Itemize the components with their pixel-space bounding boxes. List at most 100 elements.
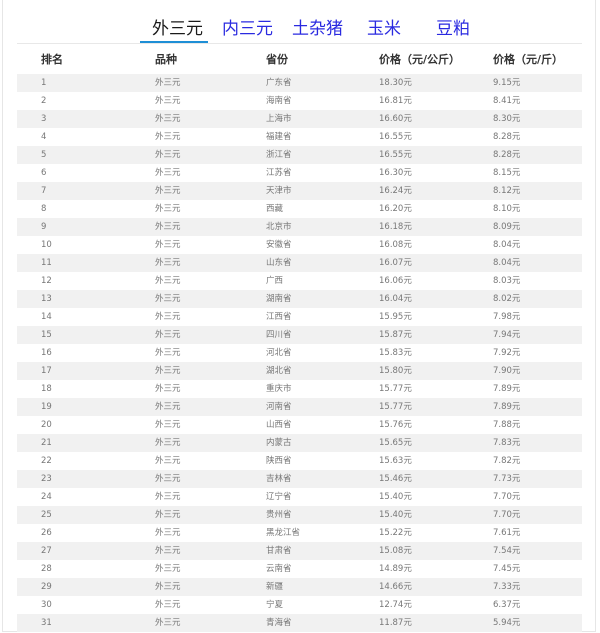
price-jin-cell: 7.89元 [493,402,521,412]
price-kg-cell: 14.89元 [379,564,412,574]
variety-cell: 外三元 [155,384,181,394]
price-jin-cell: 7.54元 [493,546,521,556]
table-row: 23 外三元 吉林省 15.46元 7.73元 [17,470,582,488]
variety-cell: 外三元 [155,240,181,250]
variety-cell: 外三元 [155,276,181,286]
header-price-per-kg: 价格（元/公斤） [379,53,461,66]
table-row: 17 外三元 湖北省 15.80元 7.90元 [17,362,582,380]
province-cell: 山西省 [266,420,292,430]
table-row: 10 外三元 安徽省 16.08元 8.04元 [17,236,582,254]
price-kg-cell: 15.46元 [379,474,412,484]
rank-cell: 29 [41,582,52,592]
province-cell: 重庆市 [266,384,292,394]
province-cell: 湖南省 [266,294,292,304]
price-kg-cell: 16.81元 [379,96,412,106]
province-cell: 河南省 [266,402,292,412]
variety-cell: 外三元 [155,564,181,574]
variety-cell: 外三元 [155,222,181,232]
tab-yu-mi[interactable]: 玉米 [367,18,401,40]
table-row: 3 外三元 上海市 16.60元 8.30元 [17,110,582,128]
price-kg-cell: 15.76元 [379,420,412,430]
province-cell: 河北省 [266,348,292,358]
province-cell: 四川省 [266,330,292,340]
price-kg-cell: 16.07元 [379,258,412,268]
rank-cell: 6 [41,168,47,178]
rank-cell: 31 [41,618,52,628]
table-row: 22 外三元 陕西省 15.63元 7.82元 [17,452,582,470]
table-row: 28 外三元 云南省 14.89元 7.45元 [17,560,582,578]
variety-cell: 外三元 [155,600,181,610]
price-jin-cell: 7.83元 [493,438,521,448]
variety-cell: 外三元 [155,186,181,196]
price-kg-cell: 15.77元 [379,402,412,412]
rank-cell: 20 [41,420,52,430]
province-cell: 福建省 [266,132,292,142]
table-row: 9 外三元 北京市 16.18元 8.09元 [17,218,582,236]
table-row: 30 外三元 宁夏 12.74元 6.37元 [17,596,582,614]
price-jin-cell: 7.88元 [493,420,521,430]
rank-cell: 17 [41,366,52,376]
variety-cell: 外三元 [155,474,181,484]
rank-cell: 1 [41,78,47,88]
table-row: 21 外三元 内蒙古 15.65元 7.83元 [17,434,582,452]
province-cell: 辽宁省 [266,492,292,502]
tab-tu-za-zhu[interactable]: 土杂猪 [292,18,343,40]
variety-cell: 外三元 [155,258,181,268]
province-cell: 江西省 [266,312,292,322]
tab-dou-po[interactable]: 豆粕 [436,18,470,40]
variety-cell: 外三元 [155,366,181,376]
table-row: 25 外三元 贵州省 15.40元 7.70元 [17,506,582,524]
price-kg-cell: 16.60元 [379,114,412,124]
province-cell: 陕西省 [266,456,292,466]
price-kg-cell: 14.66元 [379,582,412,592]
table-row: 19 外三元 河南省 15.77元 7.89元 [17,398,582,416]
price-jin-cell: 7.94元 [493,330,521,340]
price-jin-cell: 8.41元 [493,96,521,106]
price-jin-cell: 7.98元 [493,312,521,322]
table-row: 15 外三元 四川省 15.87元 7.94元 [17,326,582,344]
price-kg-cell: 15.65元 [379,438,412,448]
variety-cell: 外三元 [155,582,181,592]
table-row: 16 外三元 河北省 15.83元 7.92元 [17,344,582,362]
table-row: 27 外三元 甘肃省 15.08元 7.54元 [17,542,582,560]
variety-cell: 外三元 [155,510,181,520]
variety-cell: 外三元 [155,312,181,322]
variety-cell: 外三元 [155,132,181,142]
variety-cell: 外三元 [155,546,181,556]
price-kg-cell: 15.87元 [379,330,412,340]
header-variety: 品种 [155,53,177,66]
variety-cell: 外三元 [155,330,181,340]
province-cell: 西藏 [266,204,284,214]
variety-cell: 外三元 [155,114,181,124]
variety-cell: 外三元 [155,204,181,214]
rank-cell: 21 [41,438,52,448]
province-cell: 江苏省 [266,168,292,178]
tab-nei-san-yuan[interactable]: 内三元 [222,18,273,40]
price-jin-cell: 8.10元 [493,204,521,214]
rank-cell: 5 [41,150,47,160]
table-row: 4 外三元 福建省 16.55元 8.28元 [17,128,582,146]
price-jin-cell: 8.04元 [493,240,521,250]
price-jin-cell: 8.09元 [493,222,521,232]
rank-cell: 18 [41,384,52,394]
table-row: 18 外三元 重庆市 15.77元 7.89元 [17,380,582,398]
tab-wai-san-yuan[interactable]: 外三元 [152,18,203,40]
price-kg-cell: 16.04元 [379,294,412,304]
variety-cell: 外三元 [155,420,181,430]
province-cell: 内蒙古 [266,438,292,448]
rank-cell: 24 [41,492,52,502]
table-row: 6 外三元 江苏省 16.30元 8.15元 [17,164,582,182]
price-jin-cell: 7.61元 [493,528,521,538]
price-kg-cell: 15.40元 [379,492,412,502]
rank-cell: 4 [41,132,47,142]
price-kg-cell: 15.40元 [379,510,412,520]
table-row: 20 外三元 山西省 15.76元 7.88元 [17,416,582,434]
rank-cell: 19 [41,402,52,412]
price-jin-cell: 5.94元 [493,618,521,628]
table-row: 24 外三元 辽宁省 15.40元 7.70元 [17,488,582,506]
price-kg-cell: 16.55元 [379,132,412,142]
header-province: 省份 [266,53,288,66]
rank-cell: 11 [41,258,52,268]
price-jin-cell: 8.02元 [493,294,521,304]
rank-cell: 12 [41,276,52,286]
